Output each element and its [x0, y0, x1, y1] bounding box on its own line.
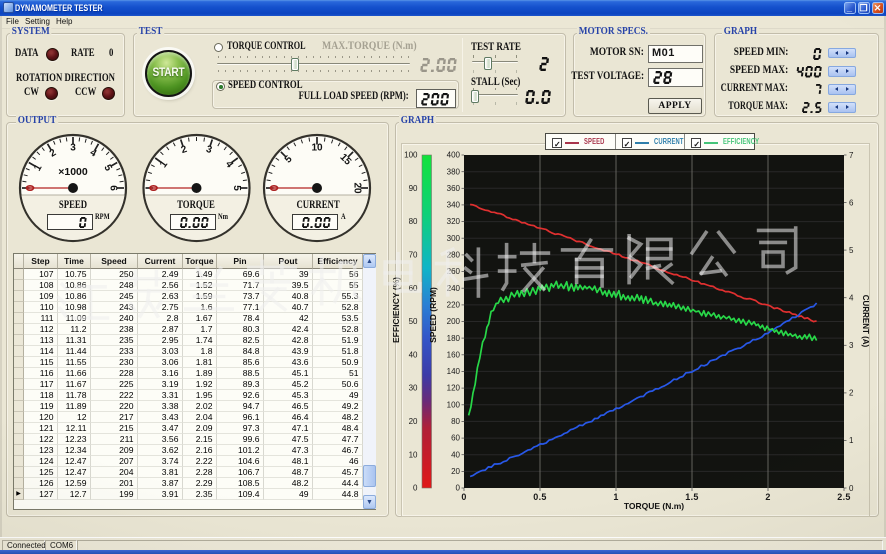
svg-text:300: 300	[447, 234, 461, 243]
svg-text:40: 40	[451, 450, 460, 459]
svg-text:70: 70	[409, 251, 418, 260]
svg-text:7: 7	[849, 151, 854, 160]
svg-text:60: 60	[451, 434, 460, 443]
svg-text:20: 20	[409, 417, 418, 426]
svg-text:360: 360	[447, 184, 461, 193]
svg-text:80: 80	[451, 417, 460, 426]
svg-text:4: 4	[849, 294, 854, 303]
svg-text:30: 30	[409, 384, 418, 393]
svg-text:220: 220	[447, 301, 461, 310]
svg-text:90: 90	[409, 184, 418, 193]
svg-text:180: 180	[447, 334, 461, 343]
svg-text:280: 280	[447, 251, 461, 260]
svg-text:0: 0	[456, 484, 461, 493]
svg-text:160: 160	[447, 350, 461, 359]
svg-text:380: 380	[447, 167, 461, 176]
svg-text:120: 120	[447, 384, 461, 393]
svg-text:400: 400	[447, 151, 461, 160]
svg-text:2: 2	[849, 389, 854, 398]
svg-text:3: 3	[849, 341, 854, 350]
svg-text:SPEED (RPM): SPEED (RPM)	[428, 287, 438, 343]
svg-text:EFFICIENCY (%): EFFICIENCY (%)	[391, 277, 401, 343]
svg-text:2.5: 2.5	[837, 492, 850, 502]
svg-text:260: 260	[447, 267, 461, 276]
svg-text:2: 2	[765, 492, 770, 502]
svg-text:1: 1	[849, 436, 854, 445]
svg-text:TORQUE (N.m): TORQUE (N.m)	[624, 501, 684, 511]
svg-text:200: 200	[447, 317, 461, 326]
svg-text:10: 10	[409, 450, 418, 459]
svg-text:100: 100	[447, 400, 461, 409]
svg-text:240: 240	[447, 284, 461, 293]
svg-text:0: 0	[849, 484, 854, 493]
svg-text:50: 50	[409, 317, 418, 326]
svg-text:0.5: 0.5	[533, 492, 546, 502]
svg-text:20: 20	[451, 467, 460, 476]
svg-text:CURRENT (A): CURRENT (A)	[861, 295, 870, 348]
svg-text:0: 0	[413, 484, 418, 493]
svg-text:340: 340	[447, 201, 461, 210]
svg-text:100: 100	[404, 151, 418, 160]
svg-text:0: 0	[461, 492, 466, 502]
svg-text:6: 6	[849, 198, 854, 207]
svg-text:1.5: 1.5	[685, 492, 698, 502]
svg-text:60: 60	[409, 284, 418, 293]
svg-text:5: 5	[849, 246, 854, 255]
svg-text:140: 140	[447, 367, 461, 376]
svg-text:320: 320	[447, 217, 461, 226]
svg-text:40: 40	[409, 350, 418, 359]
svg-text:80: 80	[409, 217, 418, 226]
svg-text:1: 1	[613, 492, 618, 502]
